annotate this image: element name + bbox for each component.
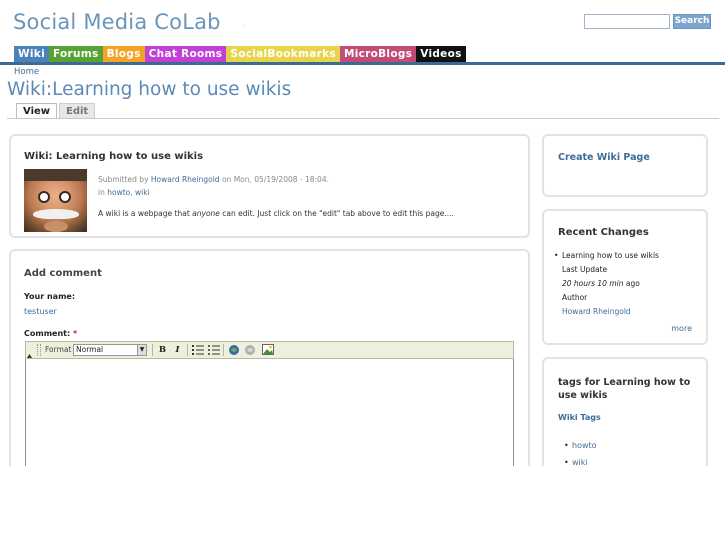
nav-item-forums[interactable]: Forums bbox=[48, 46, 103, 62]
avatar-hair bbox=[24, 169, 87, 181]
unlink-icon[interactable] bbox=[243, 344, 256, 356]
last-update-time: 20 hours 10 min bbox=[562, 279, 624, 288]
nav-item-videos[interactable]: Videos bbox=[416, 46, 466, 62]
avatar-eye-left bbox=[38, 191, 50, 203]
wiki-tags-link[interactable]: Wiki Tags bbox=[558, 413, 601, 422]
tabs-divider bbox=[7, 118, 719, 119]
author-link[interactable]: Howard Rheingold bbox=[151, 175, 220, 184]
format-label: Format bbox=[45, 345, 72, 354]
author-avatar[interactable] bbox=[24, 169, 87, 232]
body-before: A wiki is a webpage that bbox=[98, 209, 190, 218]
main-nav: Wiki Forums Blogs Chat Rooms SocialBookm… bbox=[14, 46, 466, 62]
recent-changes-heading: Recent Changes bbox=[558, 227, 649, 238]
toolbar-collapse-icon[interactable] bbox=[27, 354, 32, 358]
italic-button[interactable]: I bbox=[171, 344, 184, 356]
author-label: Author bbox=[562, 293, 588, 302]
node-title[interactable]: Wiki: Learning how to use wikis bbox=[24, 151, 203, 162]
required-mark: * bbox=[72, 329, 78, 338]
comment-label: Comment: * bbox=[24, 329, 77, 338]
format-select[interactable]: Normal ▼ bbox=[73, 344, 147, 356]
last-update-label: Last Update bbox=[562, 265, 608, 274]
breadcrumb[interactable]: Home bbox=[14, 67, 39, 77]
page-tabs: View Edit bbox=[16, 103, 97, 119]
avatar-mustache bbox=[33, 209, 79, 219]
tags-block: tags for Learning how to use wikis Wiki … bbox=[542, 357, 708, 479]
tags-heading: tags for Learning how to use wikis bbox=[558, 377, 691, 401]
editor-toolbar: Format Normal ▼ B I bbox=[25, 341, 514, 359]
toolbar-separator bbox=[152, 344, 153, 356]
comment-label-text: Comment: bbox=[24, 329, 71, 338]
term-link-howto[interactable]: howto bbox=[107, 188, 130, 197]
toolbar-grip-icon[interactable] bbox=[37, 344, 41, 356]
page-title: Wiki:Learning how to use wikis bbox=[7, 79, 292, 100]
nav-item-socialbookmarks[interactable]: SocialBookmarks bbox=[226, 46, 340, 62]
title-separator-dot: · bbox=[243, 22, 246, 32]
last-update-value: 20 hours 10 min ago bbox=[562, 277, 659, 291]
toolbar-separator bbox=[223, 344, 224, 356]
recent-changes-block: Recent Changes Learning how to use wikis… bbox=[542, 209, 708, 345]
ordered-list-icon[interactable] bbox=[191, 344, 204, 356]
comment-textarea[interactable] bbox=[25, 359, 514, 477]
viewport-bottom-blank bbox=[0, 466, 725, 540]
nav-item-chat-rooms[interactable]: Chat Rooms bbox=[144, 46, 227, 62]
link-icon[interactable] bbox=[227, 344, 240, 356]
format-select-value: Normal bbox=[76, 345, 104, 354]
recent-change-title[interactable]: Learning how to use wikis bbox=[554, 249, 659, 263]
site-title[interactable]: Social Media CoLab bbox=[13, 10, 221, 34]
your-name-label: Your name: bbox=[24, 292, 76, 301]
create-wiki-block: Create Wiki Page bbox=[542, 134, 708, 197]
toolbar-separator bbox=[187, 344, 188, 356]
chevron-down-icon[interactable]: ▼ bbox=[137, 345, 146, 355]
more-link[interactable]: more bbox=[671, 324, 692, 333]
tag-link-howto[interactable]: howto bbox=[564, 437, 596, 454]
search-input[interactable] bbox=[584, 14, 670, 29]
terms-line: in howto, wiki bbox=[98, 188, 150, 197]
submitted-line: Submitted by Howard Rheingold on Mon, 05… bbox=[98, 175, 329, 184]
recent-changes-list: Learning how to use wikis Last Update 20… bbox=[554, 249, 659, 319]
avatar-eye-right bbox=[59, 191, 71, 203]
bullet-list-icon[interactable] bbox=[207, 344, 220, 356]
your-name-value[interactable]: testuser bbox=[24, 307, 57, 316]
recent-author-link[interactable]: Howard Rheingold bbox=[562, 305, 659, 319]
image-icon[interactable] bbox=[261, 344, 274, 356]
bold-button[interactable]: B bbox=[156, 344, 169, 356]
nav-item-wiki[interactable]: Wiki bbox=[14, 46, 49, 62]
terms-in-label: in bbox=[98, 188, 105, 197]
node-panel: Wiki: Learning how to use wikis Submitte… bbox=[9, 134, 530, 238]
nav-item-blogs[interactable]: Blogs bbox=[102, 46, 145, 62]
nav-item-microblogs[interactable]: MicroBlogs bbox=[339, 46, 417, 62]
submitted-prefix: Submitted by bbox=[98, 175, 149, 184]
avatar-chin bbox=[44, 221, 68, 232]
add-comment-heading: Add comment bbox=[24, 268, 102, 279]
body-after: can edit. Just click on the "edit" tab a… bbox=[222, 209, 454, 218]
tab-view[interactable]: View bbox=[16, 103, 58, 119]
submitted-suffix: on Mon, 05/19/2008 - 18:04. bbox=[221, 175, 329, 184]
term-link-wiki[interactable]: wiki bbox=[135, 188, 150, 197]
body-emphasis: anyone bbox=[192, 209, 220, 218]
nav-divider bbox=[0, 62, 725, 65]
node-body: A wiki is a webpage that anyone can edit… bbox=[98, 209, 454, 218]
create-wiki-page-link[interactable]: Create Wiki Page bbox=[558, 152, 650, 163]
tab-edit[interactable]: Edit bbox=[59, 103, 96, 119]
comment-panel: Add comment Your name: testuser Comment:… bbox=[9, 249, 530, 479]
last-update-ago: ago bbox=[625, 279, 640, 288]
search-button[interactable]: Search bbox=[673, 14, 711, 29]
